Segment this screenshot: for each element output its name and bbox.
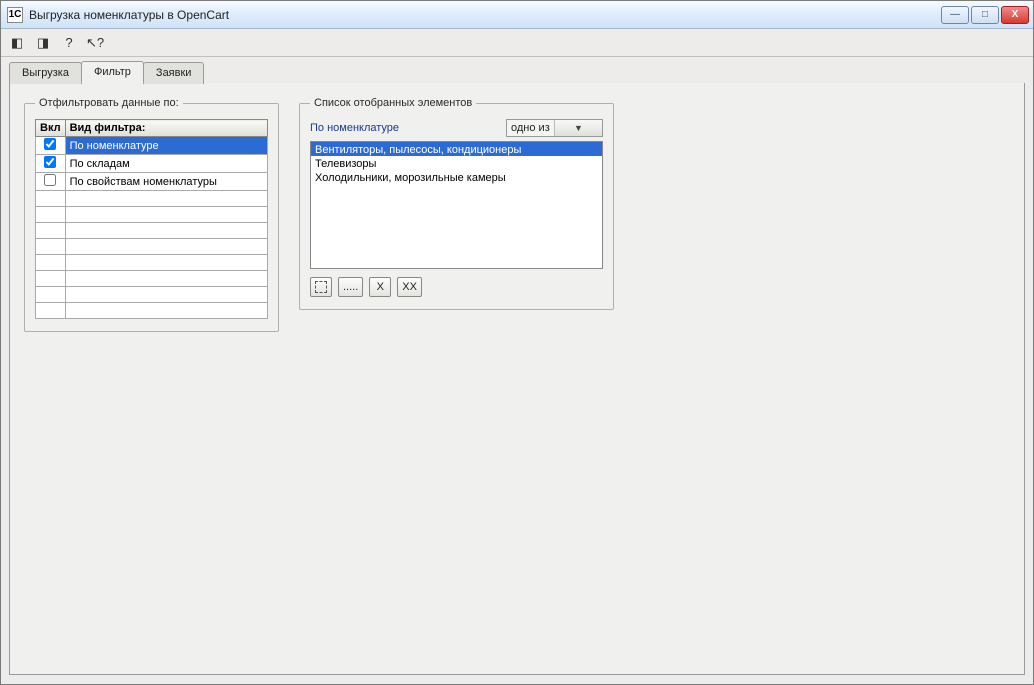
list-item[interactable]: Телевизоры [311, 156, 602, 170]
filter-by-legend: Отфильтровать данные по: [35, 97, 183, 109]
tab-strip: Выгрузка Фильтр Заявки [1, 57, 1033, 83]
filter-col-enabled[interactable]: Вкл [36, 120, 66, 137]
filter-mode-value: одно из [507, 122, 554, 134]
minimize-button[interactable]: — [941, 6, 969, 24]
filter-row-empty[interactable] [36, 287, 268, 303]
toolbar: ◧ ◨ ? ↖? [1, 29, 1033, 57]
tool-switch-b[interactable]: ◨ [33, 33, 53, 53]
filter-row-label[interactable]: По номенклатуре [65, 137, 267, 155]
titlebar: 1C Выгрузка номенклатуры в OpenCart — □ … [1, 1, 1033, 29]
chevron-down-icon[interactable]: ▼ [554, 120, 602, 136]
filter-row-checkbox[interactable] [44, 174, 56, 186]
close-button[interactable]: X [1001, 6, 1029, 24]
filter-row-label[interactable]: По свойствам номенклатуры [65, 173, 267, 191]
tab-filter[interactable]: Фильтр [81, 61, 144, 83]
selected-items-list[interactable]: Вентиляторы, пылесосы, кондиционерыТелев… [310, 141, 603, 269]
remove-all-button[interactable]: XX [397, 277, 422, 297]
selected-header-label: По номенклатуре [310, 122, 399, 134]
filter-col-type[interactable]: Вид фильтра: [65, 120, 267, 137]
dotted-square-icon [315, 281, 327, 293]
list-item[interactable]: Вентиляторы, пылесосы, кондиционеры [311, 142, 602, 156]
pick-many-button[interactable]: ..... [338, 277, 363, 297]
tab-requests[interactable]: Заявки [143, 62, 205, 84]
window-title: Выгрузка номенклатуры в OpenCart [29, 8, 941, 22]
selected-elements-group: Список отобранных элементов По номенклат… [299, 97, 614, 310]
selected-header: По номенклатуре одно из ▼ [310, 119, 603, 137]
filter-row-label[interactable]: По складам [65, 155, 267, 173]
remove-one-button[interactable]: X [369, 277, 391, 297]
selected-elements-legend: Список отобранных элементов [310, 97, 476, 109]
filter-mode-combo[interactable]: одно из ▼ [506, 119, 603, 137]
tool-pointer[interactable]: ↖? [85, 33, 105, 53]
filter-by-group: Отфильтровать данные по: Вкл Вид фильтра… [24, 97, 279, 332]
tab-panel-filter: Отфильтровать данные по: Вкл Вид фильтра… [9, 82, 1025, 675]
filter-table[interactable]: Вкл Вид фильтра: По номенклатуреПо склад… [35, 119, 268, 319]
list-item[interactable]: Холодильники, морозильные камеры [311, 170, 602, 184]
pick-one-button[interactable] [310, 277, 332, 297]
filter-row-checkbox-cell[interactable] [36, 155, 66, 173]
filter-row[interactable]: По номенклатуре [36, 137, 268, 155]
filter-row-checkbox-cell[interactable] [36, 137, 66, 155]
filter-row-empty[interactable] [36, 239, 268, 255]
filter-row-checkbox[interactable] [44, 138, 56, 150]
filter-row-empty[interactable] [36, 223, 268, 239]
app-icon: 1C [7, 7, 23, 23]
app-window: 1C Выгрузка номенклатуры в OpenCart — □ … [0, 0, 1034, 685]
filter-row-checkbox-cell[interactable] [36, 173, 66, 191]
filter-row-empty[interactable] [36, 303, 268, 319]
filter-row[interactable]: По складам [36, 155, 268, 173]
window-controls: — □ X [941, 6, 1029, 24]
filter-row-empty[interactable] [36, 191, 268, 207]
filter-row-empty[interactable] [36, 255, 268, 271]
tab-export[interactable]: Выгрузка [9, 62, 82, 84]
filter-row-empty[interactable] [36, 271, 268, 287]
tool-switch-a[interactable]: ◧ [7, 33, 27, 53]
filter-row[interactable]: По свойствам номенклатуры [36, 173, 268, 191]
selection-buttons: ..... X XX [310, 277, 603, 297]
tool-help[interactable]: ? [59, 33, 79, 53]
filter-row-empty[interactable] [36, 207, 268, 223]
maximize-button[interactable]: □ [971, 6, 999, 24]
filter-row-checkbox[interactable] [44, 156, 56, 168]
